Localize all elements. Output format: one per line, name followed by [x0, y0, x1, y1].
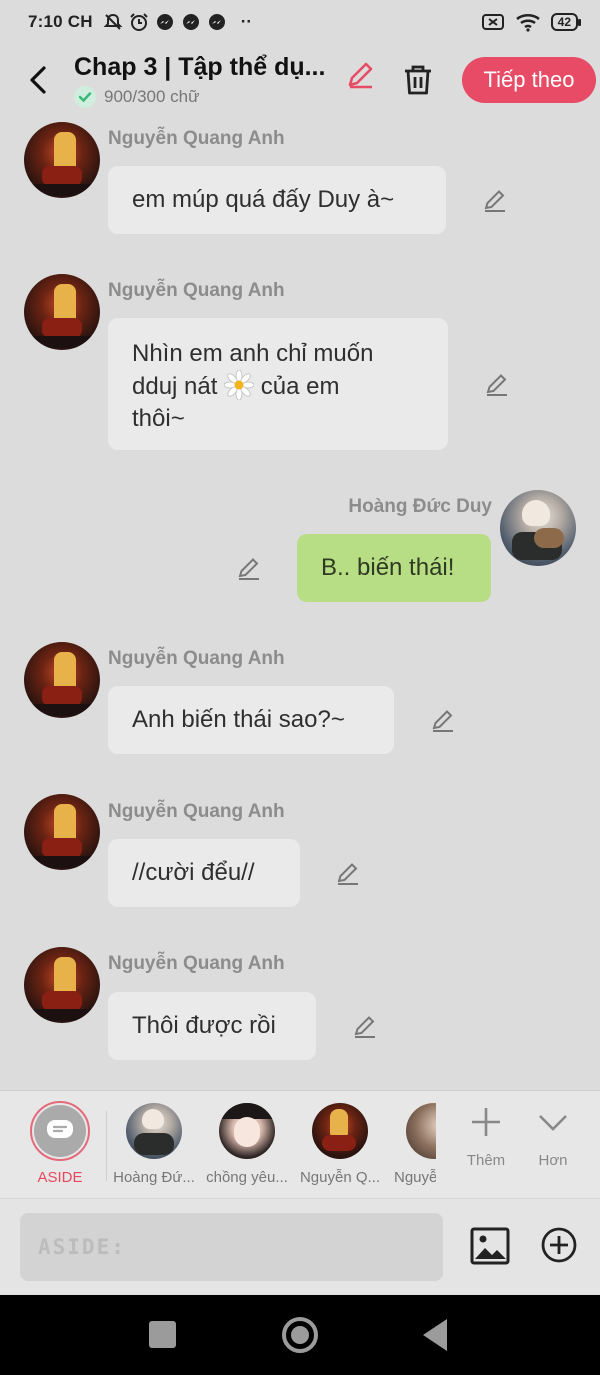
more-characters-label: Hơn [538, 1152, 568, 1169]
messenger-icon [182, 14, 199, 30]
message-bubble[interactable]: Anh biến thái sao?~ [108, 686, 394, 754]
messenger-icon [208, 14, 225, 30]
message-bubble[interactable]: Nhìn em anh chỉ muốn dduj nát của em thô… [108, 318, 448, 450]
message-line: của em [260, 373, 340, 400]
sender-name: Nguyễn Quang Anh [108, 801, 285, 822]
pencil-icon [432, 710, 453, 732]
divider [106, 1111, 107, 1181]
sender-name: Hoàng Đức Duy [348, 496, 492, 517]
home-button[interactable] [282, 1317, 318, 1353]
next-button[interactable]: Tiếp theo [462, 57, 596, 103]
edit-message-button[interactable] [333, 858, 363, 888]
message-bubble[interactable]: //cười đểu// [108, 839, 300, 907]
chapter-title[interactable]: Chap 3 | Tập thể dụ... [74, 53, 330, 82]
character-label: Nguyễn Q... [299, 1169, 381, 1186]
sender-name: Nguyễn Quang Anh [108, 280, 285, 301]
edit-message-button[interactable] [428, 705, 458, 735]
back-nav-button[interactable] [423, 1319, 447, 1351]
check-icon [74, 85, 96, 108]
message-bubble[interactable]: em múp quá đấy Duy à~ [108, 166, 446, 234]
avatar[interactable] [24, 642, 100, 718]
avatar [219, 1103, 275, 1159]
edit-message-button[interactable] [350, 1011, 380, 1041]
more-characters-button[interactable]: Hơn [523, 1105, 583, 1169]
word-count: 900/300 chữ [104, 86, 200, 106]
chevron-down-icon [539, 1115, 567, 1131]
wifi-icon [515, 14, 540, 32]
daisy-emoji-icon [224, 370, 255, 400]
delete-button[interactable] [398, 60, 438, 100]
muted-bell-icon [103, 13, 123, 30]
more-notifications-icon: ·· [240, 12, 253, 31]
battery-level: 42 [557, 15, 571, 29]
pencil-icon [238, 558, 259, 580]
aside-avatar [30, 1101, 90, 1161]
avatar [406, 1103, 436, 1159]
avatar[interactable] [500, 490, 576, 566]
character-item[interactable]: Nguyễ [384, 1101, 436, 1186]
chevron-left-icon [30, 66, 46, 94]
message-input[interactable] [20, 1213, 443, 1281]
message-line: thôi~ [132, 405, 185, 432]
sender-name: Nguyễn Quang Anh [108, 953, 285, 974]
message-bubble[interactable]: B.. biến thái! [297, 534, 491, 602]
pencil-icon [337, 863, 358, 885]
more-options-button[interactable] [540, 1226, 578, 1264]
plus-icon [472, 1108, 500, 1136]
edit-title-button[interactable] [344, 57, 378, 91]
character-label: chồng yêu... [206, 1169, 288, 1186]
sender-name: Nguyễn Quang Anh [108, 648, 285, 669]
character-item[interactable]: chồng yêu... [205, 1101, 289, 1186]
messenger-icon [156, 14, 173, 30]
battery-icon: 42 [550, 13, 582, 31]
avatar[interactable] [24, 794, 100, 870]
sender-name: Nguyễn Quang Anh [108, 128, 285, 149]
add-character-label: Thêm [466, 1152, 506, 1169]
pencil-icon [348, 62, 373, 89]
edit-message-button[interactable] [234, 553, 264, 583]
message-line: Nhìn em anh chỉ muốn [132, 340, 374, 367]
chat-bubble-icon [47, 1120, 73, 1138]
editor-header: Chap 3 | Tập thể dụ... 900/300 chữ Tiếp … [0, 44, 600, 116]
composer [0, 1198, 600, 1294]
character-selector: ASIDE Hoàng Đứ... chồng yêu... Nguyễn Q.… [0, 1090, 600, 1198]
status-bar: 7:10 CH ·· 42 [0, 0, 600, 44]
edit-message-button[interactable] [482, 369, 512, 399]
avatar [312, 1103, 368, 1159]
avatar[interactable] [24, 122, 100, 198]
message-line: dduj nát [132, 373, 218, 400]
recent-apps-button[interactable] [149, 1321, 176, 1348]
avatar[interactable] [24, 947, 100, 1023]
add-character-button[interactable]: Thêm [456, 1105, 516, 1169]
plus-circle-icon [541, 1227, 577, 1263]
status-time: 7:10 CH [28, 12, 93, 31]
image-icon [470, 1227, 510, 1265]
character-item[interactable]: Nguyễn Q... [298, 1101, 382, 1186]
pencil-icon [486, 374, 507, 396]
character-label: ASIDE [37, 1169, 83, 1186]
character-label: Nguyễ [394, 1169, 436, 1186]
alarm-icon [129, 13, 148, 31]
edit-message-button[interactable] [480, 185, 510, 215]
character-aside[interactable]: ASIDE [18, 1101, 102, 1186]
insert-image-button[interactable] [470, 1226, 510, 1266]
chat-area[interactable]: Nguyễn Quang Anh em múp quá đấy Duy à~ N… [0, 116, 600, 1090]
pencil-icon [354, 1016, 375, 1038]
system-nav-bar [0, 1295, 600, 1375]
character-label: Hoàng Đứ... [113, 1169, 195, 1186]
avatar [126, 1103, 182, 1159]
pencil-icon [484, 190, 505, 212]
avatar[interactable] [24, 274, 100, 350]
trash-icon [405, 65, 431, 95]
back-button[interactable] [10, 50, 66, 110]
character-item[interactable]: Hoàng Đứ... [112, 1101, 196, 1186]
no-sim-icon [481, 14, 504, 30]
message-bubble[interactable]: Thôi được rồi [108, 992, 316, 1060]
